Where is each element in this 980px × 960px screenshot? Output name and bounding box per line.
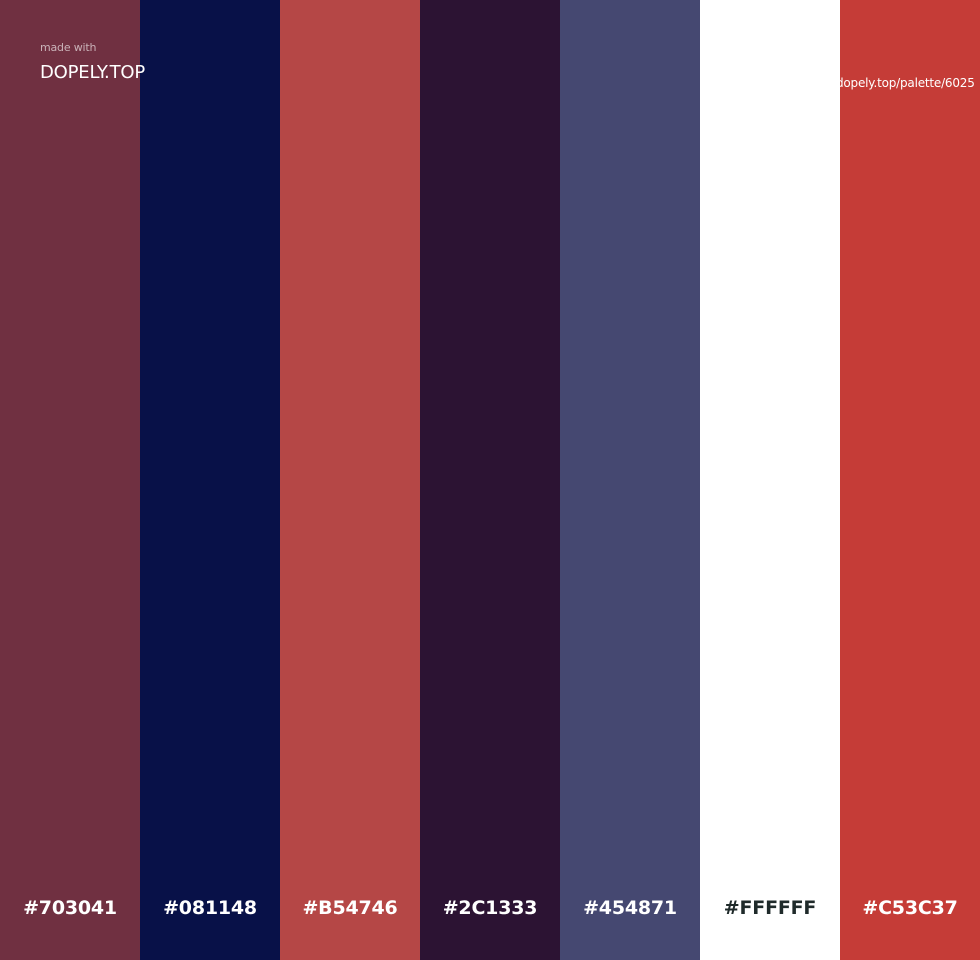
palette-url-link[interactable]: dopely.top/palette/6025 — [836, 75, 980, 91]
hex-label: #703041 — [23, 897, 117, 919]
color-swatch-4[interactable]: #2C1333 — [420, 0, 560, 960]
color-swatch-3[interactable]: #B54746 — [280, 0, 420, 960]
hex-label: #081148 — [163, 897, 257, 919]
made-with-label: made with — [40, 41, 97, 54]
brand-block: made with DOPELY.TOP — [40, 41, 145, 84]
hex-label: #C53C37 — [862, 897, 958, 919]
color-swatch-6[interactable]: #FFFFFF — [700, 0, 840, 960]
hex-label: #B54746 — [302, 897, 398, 919]
brand-logo-text[interactable]: DOPELY.TOP — [40, 62, 145, 84]
palette-page: #703041 #081148 #B54746 #2C1333 #454871 … — [0, 0, 980, 960]
color-swatch-2[interactable]: #081148 — [140, 0, 280, 960]
hex-label: #454871 — [583, 897, 677, 919]
color-swatch-5[interactable]: #454871 — [560, 0, 700, 960]
color-palette: #703041 #081148 #B54746 #2C1333 #454871 … — [0, 0, 980, 960]
color-swatch-7[interactable]: #C53C37 — [840, 0, 980, 960]
color-swatch-1[interactable]: #703041 — [0, 0, 140, 960]
hex-label: #FFFFFF — [723, 897, 817, 919]
hex-label: #2C1333 — [442, 897, 538, 919]
